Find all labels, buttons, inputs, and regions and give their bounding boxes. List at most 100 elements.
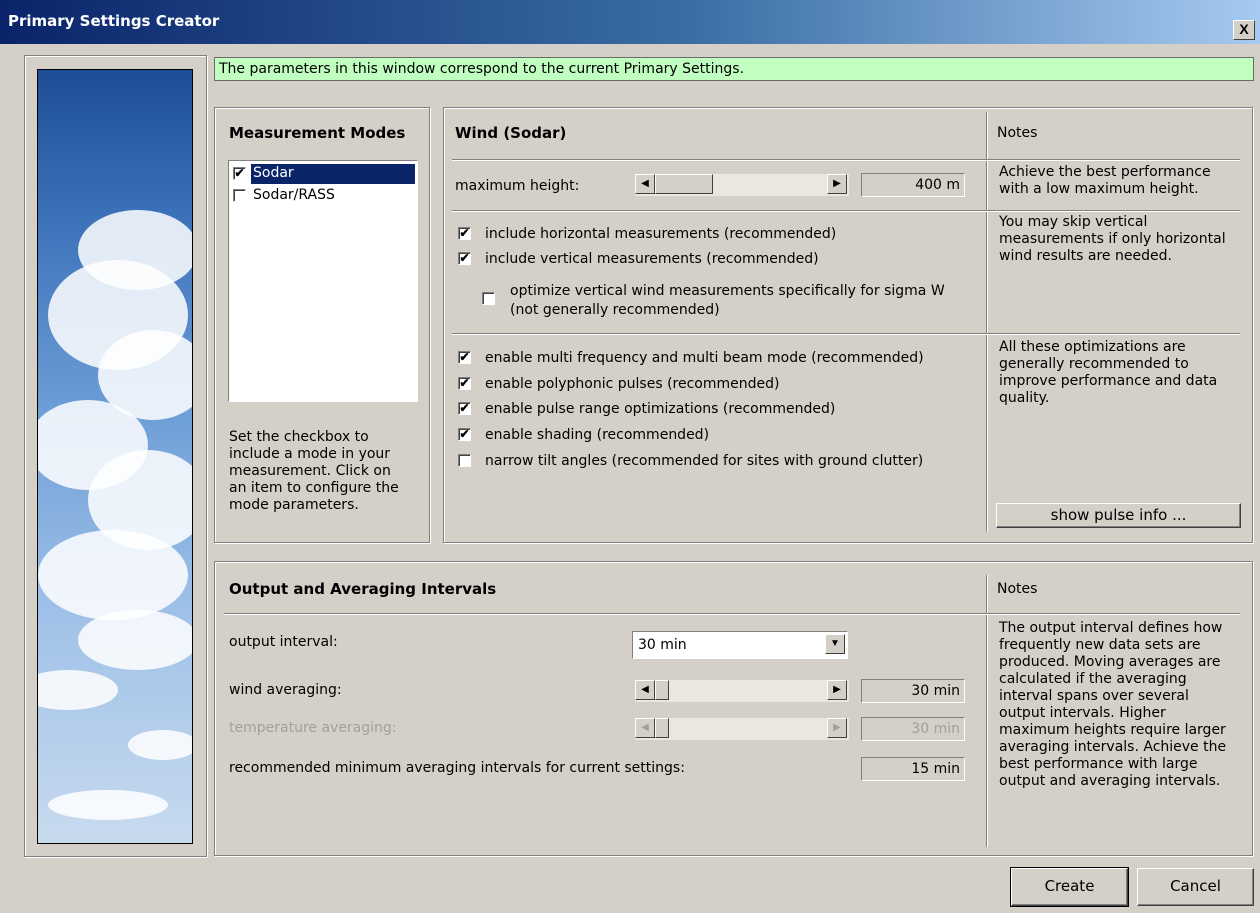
divider [452,210,1240,212]
polyphonic-checkbox[interactable]: ✔ [458,377,471,390]
scroll-right-button[interactable]: ▶ [827,680,847,700]
output-note: The output interval defines how frequent… [999,620,1226,790]
notes-divider [986,112,988,532]
window-title: Primary Settings Creator [8,12,220,30]
output-header: Output and Averaging Intervals [229,580,497,598]
temperature-averaging-slider[interactable]: ◀ ▶ [635,718,849,740]
note-line: best performance with large [999,756,1198,772]
temperature-averaging-value: 30 min [861,717,965,741]
sodar-checkbox[interactable]: ✔ [233,167,246,180]
note-line: with a low maximum height. [999,181,1199,197]
modes-help-text: Set the checkbox to include a mode in yo… [229,429,424,514]
pulse-range-option[interactable]: ✔ enable pulse range optimizations (reco… [458,401,978,421]
note-line: quality. [999,390,1050,406]
help-line: measurement. Click on [229,463,391,479]
check-icon: ✔ [459,427,470,441]
left-arrow-icon: ◀ [641,722,649,733]
note-line: maximum heights require larger [999,722,1226,738]
note-line: Achieve the best performance [999,164,1211,180]
wind-header: Wind (Sodar) [455,124,567,142]
wind-averaging-value: 30 min [861,679,965,703]
note-line: produced. Moving averages are [999,654,1221,670]
horizontal-checkbox[interactable]: ✔ [458,227,471,240]
shading-option[interactable]: ✔ enable shading (recommended) [458,427,978,447]
output-interval-value: 30 min [638,637,687,653]
scroll-left-button[interactable]: ◀ [635,680,655,700]
horizontal-measurements-option[interactable]: ✔ include horizontal measurements (recom… [458,226,958,246]
max-height-value: 400 m [861,173,965,197]
max-height-slider[interactable]: ◀ ▶ [635,174,849,196]
check-icon: ✔ [459,350,470,364]
chevron-down-icon: ▼ [830,638,840,649]
temperature-averaging-thumb[interactable] [655,718,669,738]
left-arrow-icon: ◀ [641,178,649,189]
output-interval-select[interactable]: 30 min ▼ [632,631,848,659]
sigma-w-label-line: optimize vertical wind measurements spec… [510,283,945,299]
temperature-averaging-label: temperature averaging: [229,720,397,736]
scroll-left-button[interactable]: ◀ [635,174,655,194]
note-line: averaging intervals. Achieve the [999,739,1227,755]
scroll-right-button[interactable]: ▶ [827,174,847,194]
note-line: improve performance and data [999,373,1218,389]
right-arrow-icon: ▶ [833,722,841,733]
polyphonic-label: enable polyphonic pulses (recommended) [485,376,780,392]
narrow-tilt-option[interactable]: narrow tilt angles (recommended for site… [458,453,978,473]
output-notes-header: Notes [997,581,1038,597]
shading-checkbox[interactable]: ✔ [458,428,471,441]
note-line: generally recommended to [999,356,1189,372]
sky-image [37,69,193,844]
shading-label: enable shading (recommended) [485,427,710,443]
mode-list[interactable]: ✔ Sodar Sodar/RASS [228,160,418,402]
note-line: frequently new data sets are [999,637,1201,653]
multi-frequency-option[interactable]: ✔ enable multi frequency and multi beam … [458,350,978,370]
check-icon: ✔ [234,166,245,180]
vertical-checkbox[interactable]: ✔ [458,252,471,265]
check-icon: ✔ [459,401,470,415]
narrow-tilt-label: narrow tilt angles (recommended for site… [485,453,924,469]
recommended-minimum-label: recommended minimum averaging intervals … [229,760,685,776]
notes-divider [986,575,988,847]
status-banner: The parameters in this window correspond… [214,57,1254,81]
note-line: wind results are needed. [999,248,1172,264]
sodar-label[interactable]: Sodar [251,164,415,184]
sigma-w-label: optimize vertical wind measurements spec… [510,282,945,320]
right-arrow-icon: ▶ [833,178,841,189]
pulse-range-checkbox[interactable]: ✔ [458,402,471,415]
note-line: You may skip vertical [999,214,1148,230]
create-button[interactable]: Create [1010,867,1129,907]
scroll-right-button[interactable]: ▶ [827,718,847,738]
narrow-tilt-checkbox[interactable] [458,454,471,467]
sigma-w-option[interactable]: optimize vertical wind measurements spec… [482,282,972,322]
polyphonic-option[interactable]: ✔ enable polyphonic pulses (recommended) [458,376,978,396]
close-button[interactable]: X [1233,20,1255,40]
note-line: calculated if the averaging [999,671,1187,687]
wind-averaging-thumb[interactable] [655,680,669,700]
vertical-measurements-option[interactable]: ✔ include vertical measurements (recomme… [458,251,958,271]
note-line: measurements if only horizontal [999,231,1226,247]
note-line: All these optimizations are [999,339,1186,355]
help-line: include a mode in your [229,446,391,462]
note-line: interval spans over several [999,688,1189,704]
list-item-sodar-rass[interactable]: Sodar/RASS [231,186,415,206]
dropdown-button[interactable]: ▼ [825,634,845,654]
max-height-thumb[interactable] [655,174,713,194]
sodar-rass-label[interactable]: Sodar/RASS [251,186,337,204]
note-line: output and averaging intervals. [999,773,1221,789]
show-pulse-info-button[interactable]: show pulse info ... [996,503,1241,528]
vertical-label: include vertical measurements (recommend… [485,251,819,267]
scroll-left-button[interactable]: ◀ [635,718,655,738]
sigma-w-label-line: (not generally recommended) [510,302,720,318]
sigma-w-checkbox[interactable] [482,292,495,305]
right-arrow-icon: ▶ [833,684,841,695]
help-line: an item to configure the [229,480,399,496]
multi-frequency-checkbox[interactable]: ✔ [458,351,471,364]
horizontal-label: include horizontal measurements (recomme… [485,226,837,242]
check-icon: ✔ [459,251,470,265]
wind-averaging-slider[interactable]: ◀ ▶ [635,680,849,702]
list-item-sodar[interactable]: ✔ Sodar [231,164,415,184]
vertical-note: You may skip vertical measurements if on… [999,214,1226,265]
check-icon: ✔ [459,226,470,240]
sodar-rass-checkbox[interactable] [233,189,246,202]
help-line: mode parameters. [229,497,359,513]
cancel-button[interactable]: Cancel [1137,868,1254,906]
